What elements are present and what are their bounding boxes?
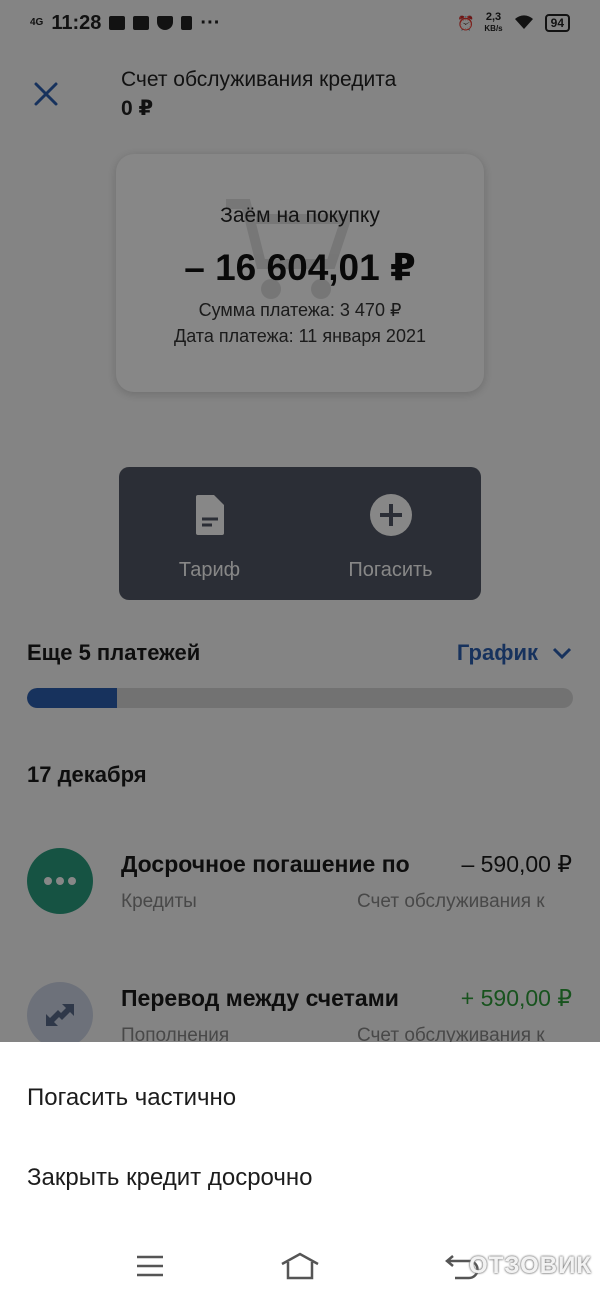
close-loan-early-option[interactable]: Закрыть кредит досрочно <box>27 1164 312 1192</box>
bottom-sheet: Погасить частично Закрыть кредит досрочн… <box>0 1042 600 1300</box>
modal-overlay[interactable] <box>0 0 600 1042</box>
menu-icon[interactable] <box>128 1246 172 1286</box>
site-watermark: ОТЗОВИК <box>469 1252 592 1279</box>
home-icon[interactable] <box>278 1246 322 1286</box>
repay-partially-option[interactable]: Погасить частично <box>27 1084 236 1112</box>
system-nav-bar: ОТЗОВИК <box>0 1232 600 1300</box>
